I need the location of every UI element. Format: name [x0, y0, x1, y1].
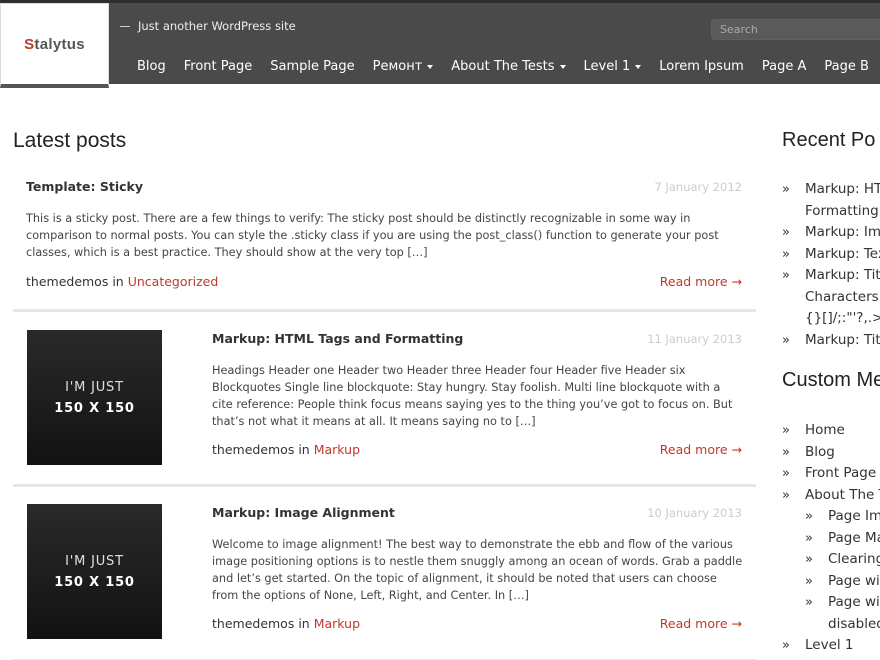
menu-item[interactable]: » Front Page [782, 463, 880, 485]
submenu-item-continuation[interactable]: disabled [782, 614, 880, 636]
post-excerpt: Welcome to image alignment! The best way… [212, 538, 743, 602]
post-date: 7 January 2012 [654, 180, 743, 194]
post-excerpt: Headings Header one Header two Header th… [212, 364, 733, 428]
recent-posts-list: »Markup: HT Formatting »Markup: Ima »Mar… [782, 179, 880, 351]
post-author[interactable]: themedemos [212, 616, 294, 631]
double-chevron-right-icon: » [782, 268, 790, 283]
list-item[interactable]: » Markup: Titl [782, 330, 880, 352]
menu-item[interactable]: » Home [782, 420, 880, 442]
list-item[interactable]: »Markup: Ima [782, 222, 880, 244]
post-category-link[interactable]: Uncategorized [128, 274, 219, 289]
nav-item-lorem-ipsum[interactable]: Lorem Ipsum [659, 59, 744, 74]
double-chevron-right-icon: » [805, 573, 813, 589]
menu-item[interactable]: » About The T [782, 485, 880, 507]
post-card: I'M JUST 150 X 150 Markup: Image Alignme… [13, 487, 756, 660]
nav-item-page-b[interactable]: Page B [824, 59, 869, 74]
list-item-continuation[interactable]: Formatting [782, 201, 880, 223]
submenu-item[interactable]: » Page Ma [782, 528, 880, 550]
post-card: Template: Sticky 7 January 2012 This is … [13, 170, 756, 312]
post-thumbnail[interactable]: I'M JUST 150 X 150 [27, 330, 162, 465]
site-header: Just another WordPress site Search Blog … [0, 0, 880, 84]
chevron-down-icon [559, 64, 566, 69]
double-chevron-right-icon: » [805, 552, 813, 567]
post-category-link[interactable]: Markup [314, 442, 360, 457]
post-date: 11 January 2013 [647, 332, 742, 346]
submenu-item[interactable]: » Clearing [782, 549, 880, 571]
post-date: 10 January 2013 [647, 506, 742, 520]
double-chevron-right-icon: » [782, 444, 790, 460]
submenu-item[interactable]: » Page wit [782, 571, 880, 593]
submenu-item[interactable]: » Page wit [782, 592, 880, 614]
double-chevron-right-icon: » [805, 530, 813, 546]
custom-menu-list: » Home » Blog » Front Page » About The T » Pa… [782, 420, 880, 657]
nav-item-page-a[interactable]: Page A [762, 59, 807, 74]
site-tagline: Just another WordPress site [120, 19, 296, 33]
submenu-item[interactable]: »Page Ima [782, 506, 880, 528]
menu-item[interactable]: » Blog [782, 442, 880, 464]
double-chevron-right-icon: » [782, 332, 790, 348]
list-item[interactable]: » Markup: Tex [782, 244, 880, 266]
post-meta-in: in [112, 274, 124, 289]
chevron-down-icon [635, 64, 642, 69]
post-meta-in: in [298, 442, 310, 457]
read-more-link[interactable]: Read more → [660, 442, 742, 457]
thumbnail-text: I'M JUST [65, 553, 124, 569]
list-item-continuation[interactable]: Characters ~ [782, 287, 880, 309]
double-chevron-right-icon: » [805, 595, 813, 610]
double-chevron-right-icon: » [805, 509, 813, 524]
thumbnail-text: 150 X 150 [54, 574, 135, 590]
list-item-continuation[interactable]: {}[]/;:"'?,.> [782, 308, 880, 330]
double-chevron-right-icon: » [782, 225, 790, 240]
double-chevron-right-icon: » [782, 423, 790, 438]
post-category-link[interactable]: Markup [314, 616, 360, 631]
site-logo-box[interactable]: Stalytus [0, 3, 109, 88]
site-logo[interactable]: Stalytus [24, 36, 85, 53]
double-chevron-right-icon: » [782, 182, 790, 197]
post-title[interactable]: Markup: HTML Tags and Formatting [212, 331, 463, 346]
search-input[interactable]: Search [711, 19, 880, 40]
post-title[interactable]: Markup: Image Alignment [212, 505, 395, 520]
post-author[interactable]: themedemos [212, 442, 294, 457]
nav-item-blog[interactable]: Blog [137, 59, 166, 74]
page-title: Latest posts [13, 129, 127, 152]
recent-posts-title: Recent Po [782, 129, 876, 151]
chevron-down-icon [427, 64, 434, 69]
list-item[interactable]: » Markup: Titl [782, 265, 880, 287]
nav-item-level-1[interactable]: Level 1 [584, 59, 642, 74]
nav-item-about-the-tests[interactable]: About The Tests [451, 59, 566, 74]
post-thumbnail[interactable]: I'M JUST 150 X 150 [27, 504, 162, 639]
tagline-dash [120, 26, 130, 27]
list-item[interactable]: » Markup: HT [782, 179, 880, 201]
post-meta: themedemos in Markup [212, 442, 360, 457]
post-card: I'M JUST 150 X 150 Markup: HTML Tags and… [13, 312, 756, 487]
double-chevron-right-icon: » [782, 487, 790, 503]
nav-item-front-page[interactable]: Front Page [184, 59, 253, 74]
custom-menu-title: Custom Me [782, 369, 880, 391]
double-chevron-right-icon: » [782, 466, 790, 481]
menu-item[interactable]: » Level 1 [782, 635, 880, 657]
read-more-link[interactable]: Read more → [660, 616, 742, 631]
main-nav: Blog Front Page Sample Page Ремонт About… [137, 59, 880, 74]
nav-item-remont[interactable]: Ремонт [373, 59, 434, 74]
nav-item-sample-page[interactable]: Sample Page [270, 59, 354, 74]
thumbnail-text: 150 X 150 [54, 400, 135, 416]
post-excerpt: This is a sticky post. There are a few t… [26, 212, 719, 259]
post-meta: themedemos in Markup [212, 616, 360, 631]
post-meta-in: in [298, 616, 310, 631]
post-author[interactable]: themedemos [26, 274, 108, 289]
thumbnail-text: I'M JUST [65, 379, 124, 395]
read-more-link[interactable]: Read more → [660, 274, 742, 289]
double-chevron-right-icon: » [782, 638, 790, 653]
double-chevron-right-icon: » [782, 246, 790, 262]
post-title[interactable]: Template: Sticky [26, 179, 143, 194]
post-meta: themedemos in Uncategorized [26, 274, 218, 289]
